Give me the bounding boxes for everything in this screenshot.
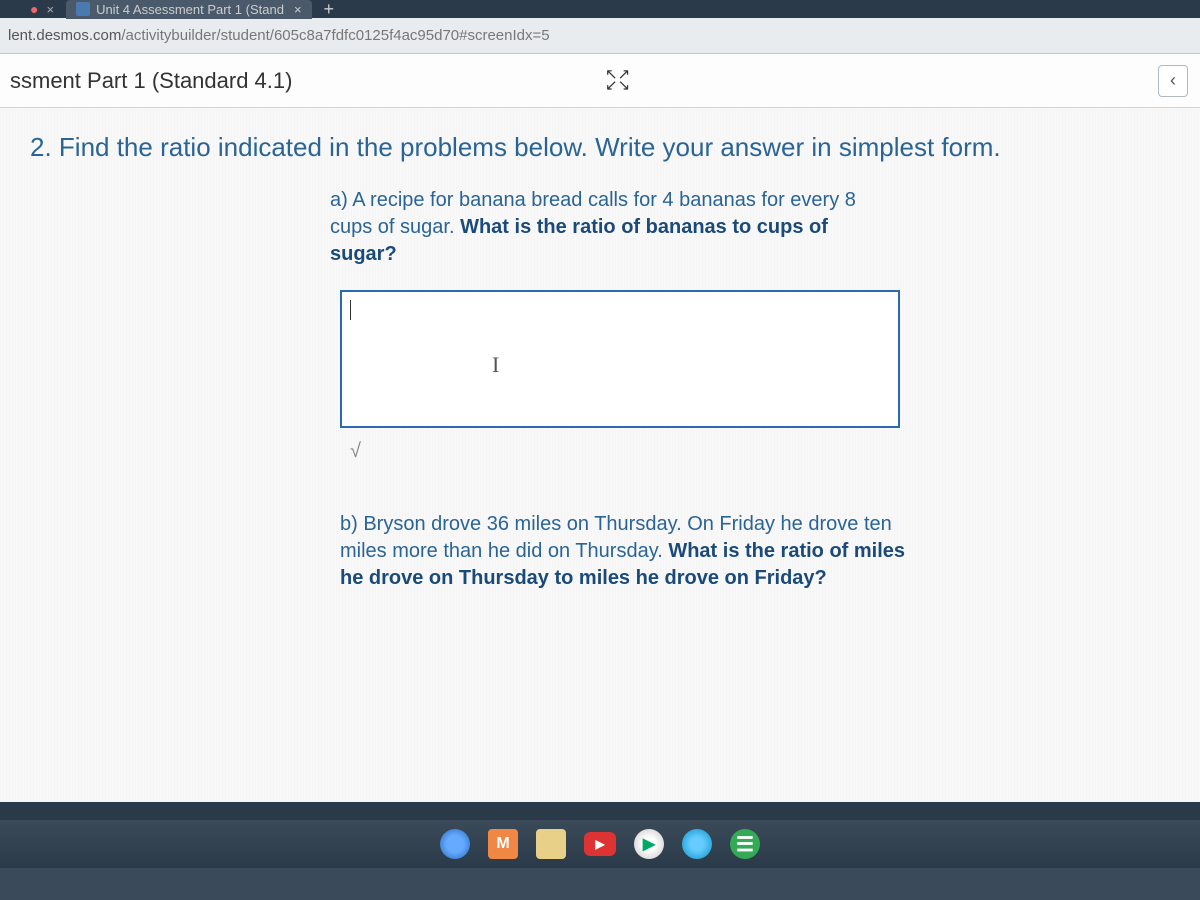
- text-caret-icon: I: [492, 352, 499, 378]
- sqrt-icon: √: [350, 440, 361, 462]
- math-keyboard-button[interactable]: √: [350, 440, 361, 463]
- new-tab-button[interactable]: +: [324, 0, 335, 20]
- file-explorer-icon[interactable]: [536, 829, 566, 859]
- activity-header: ssment Part 1 (Standard 4.1) ↖↗↙↘ ‹: [0, 54, 1200, 108]
- tab-title: Unit 4 Assessment Part 1 (Stand: [96, 2, 284, 17]
- windows-taskbar: M ▶ ▶ ☰: [0, 820, 1200, 868]
- fullscreen-icon[interactable]: ↖↗↙↘: [605, 70, 630, 91]
- answer-input-a[interactable]: I: [340, 290, 900, 428]
- url-text: lent.desmos.com/activitybuilder/student/…: [8, 27, 550, 44]
- browser-tab-bar: ● × Unit 4 Assessment Part 1 (Stand × +: [0, 0, 1200, 18]
- previous-button[interactable]: ‹: [1158, 65, 1188, 97]
- text-cursor: [350, 300, 351, 320]
- menu-icon[interactable]: ☰: [730, 829, 760, 859]
- activity-content: 2. Find the ratio indicated in the probl…: [0, 108, 1200, 868]
- play-icon[interactable]: ▶: [634, 829, 664, 859]
- tab-close-icon[interactable]: ×: [46, 2, 54, 17]
- chevron-left-icon: ‹: [1170, 70, 1176, 91]
- browser-tab[interactable]: Unit 4 Assessment Part 1 (Stand ×: [66, 0, 311, 19]
- url-host: lent.desmos.com: [8, 27, 121, 44]
- cortana-icon[interactable]: [440, 829, 470, 859]
- tab-close-icon[interactable]: ×: [294, 2, 302, 17]
- address-bar[interactable]: lent.desmos.com/activitybuilder/student/…: [0, 18, 1200, 54]
- favicon-icon: [76, 2, 90, 16]
- video-icon[interactable]: ▶: [584, 832, 616, 856]
- question-part-a: a) A recipe for banana bread calls for 4…: [330, 187, 900, 268]
- url-path: /activitybuilder/student/605c8a7fdfc0125…: [121, 27, 549, 44]
- close-icon[interactable]: ●: [30, 1, 38, 17]
- page-title: ssment Part 1 (Standard 4.1): [10, 68, 292, 94]
- window-gap: [0, 802, 1200, 820]
- app-icon[interactable]: [682, 829, 712, 859]
- mail-icon[interactable]: M: [488, 829, 518, 859]
- question-title: 2. Find the ratio indicated in the probl…: [30, 132, 1170, 163]
- question-part-b: b) Bryson drove 36 miles on Thursday. On…: [340, 511, 910, 592]
